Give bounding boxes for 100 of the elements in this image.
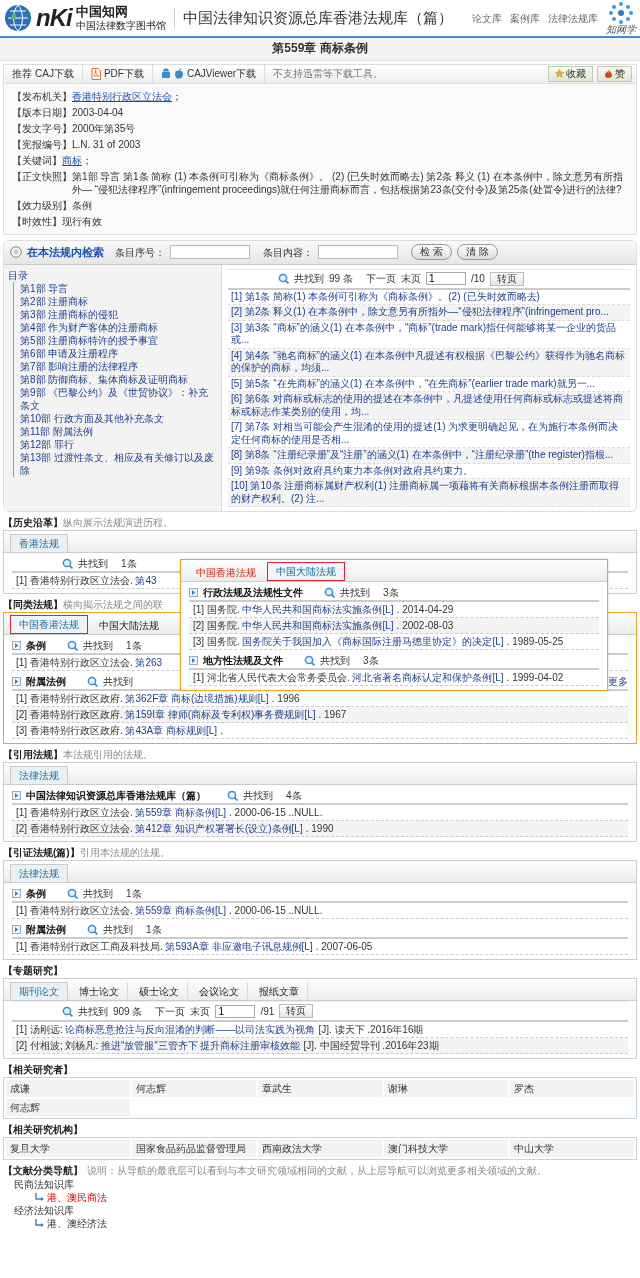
field-link[interactable]: 商标 (62, 153, 82, 167)
researcher-link[interactable]: 何志辉 (136, 1082, 166, 1096)
dotted-logo-icon (606, 1, 636, 25)
document-link[interactable]: 第263 (135, 656, 163, 670)
toc-item[interactable]: 第4部 作为财产客体的注册商标 (20, 320, 217, 334)
next-page-link[interactable]: 下一页 (155, 1004, 186, 1018)
tab[interactable]: 中国香港法规 (187, 563, 265, 582)
like-button[interactable]: 赞 (597, 65, 632, 82)
field-label: 条目序号： (115, 245, 165, 259)
tab[interactable]: 会议论文 (190, 982, 248, 1001)
category-link[interactable]: 港、澳民商法 (47, 1191, 107, 1205)
toc-item[interactable]: 第13部 过渡性条文、相应及有关修订以及废除 (20, 450, 217, 477)
source-text: [1] 国务院. (193, 604, 241, 616)
section-label: 【专题研究】 (3, 965, 63, 977)
document-link[interactable]: 论商标恶意抢注与反向混淆的判断——以司法实践为视角 (65, 1023, 316, 1037)
result-count: 1条 (126, 887, 142, 901)
document-link[interactable]: 中华人民共和国商标法实施条例[L] (242, 603, 394, 617)
search-field[interactable] (170, 245, 250, 260)
page-field[interactable]: 1 (215, 1004, 256, 1018)
tab[interactable]: 中国大陆法规 (90, 616, 168, 635)
section-label: 【相关研究者】 (3, 1064, 73, 1076)
document-link[interactable]: 第593A章 非应邀电子讯息规例[L] (165, 940, 313, 954)
result-link[interactable]: [8] 第8条 “注册纪录册”及“注册”的涵义(1) 在本条例中，“注册纪录册”(the register)指根... (228, 448, 630, 464)
toc-item[interactable]: 第1部 导言 (20, 281, 217, 295)
document-link[interactable]: 第362F章 商标(边境措施)规则[L] (125, 692, 269, 706)
tab[interactable]: 香港法规 (10, 534, 68, 553)
search-field[interactable] (318, 245, 398, 260)
category-text: 民商法知识库 (14, 1178, 75, 1192)
download-link[interactable]: PDF下载 (103, 67, 144, 81)
result-link[interactable]: [6] 第6条 对商标或标志的使用的提述在本条例中，凡提述使用任何商标或标志或提述将商标或标志作某类别的使用，均... (228, 392, 630, 421)
download-link[interactable]: CAJ下载 (35, 67, 74, 81)
document-link[interactable]: 河北省著名商标认定和保护条例[L] (352, 671, 504, 685)
toc-item[interactable]: 第9部 《巴黎公约》及《世贸协议》：补充条文 (20, 385, 217, 412)
tab[interactable]: 中国大陆法规 (267, 562, 345, 582)
document-link[interactable]: 推进“放管服”三管齐下 提升商标注册审核效能 (101, 1039, 301, 1053)
category-link[interactable]: 港、澳经济法 (47, 1217, 107, 1231)
download-link[interactable]: CAJViewer下载 (186, 67, 257, 81)
last-page-link[interactable]: 末页 (400, 272, 421, 286)
more-link[interactable]: 更多 (608, 675, 628, 689)
toc-item[interactable]: 第11部 附属法例 (20, 424, 217, 438)
source-text: [1] 河北省人民代表大会常务委员会. (193, 672, 351, 684)
document-link[interactable]: 第559章 商标条例[L] (135, 904, 227, 918)
result-link[interactable]: [10] 第10条 注册商标属财产权利(1) 注册商标属一项藉将有关商标根据本条例注册而取得的财产权利。(2) 注... (228, 479, 630, 508)
result-link[interactable]: [3] 第3条 “商标”的涵义(1) 在本条例中，“商标”(trade mark)指任何能够将某一企业的货品或... (228, 320, 630, 349)
search-button[interactable]: 检 索 (411, 244, 452, 261)
nav-link[interactable]: 案例库 (510, 11, 540, 25)
toc-item[interactable]: 第7部 影响注册的法律程序 (20, 359, 217, 373)
tab[interactable]: 中国香港法规 (10, 615, 88, 635)
found-label: 共找到 (320, 654, 350, 668)
researcher-link[interactable]: 成谦 (10, 1082, 30, 1096)
next-page-link[interactable]: 下一页 (365, 272, 396, 286)
document-link[interactable]: 第159I章 律师(商标及专利权)事务费规则[L] (125, 708, 316, 722)
page-field[interactable]: 1 (425, 272, 466, 286)
result-link[interactable]: [4] 第4条 “驰名商标”的涵义(1) 在本条例中凡提述有权根据《巴黎公约》获得作为驰名商标的保护的商标，均须... (228, 348, 630, 377)
field-label: 【时效性】 (12, 214, 62, 228)
toc-item[interactable]: 第3部 注册商标的侵犯 (20, 307, 217, 321)
toc-title[interactable]: 目录 (8, 268, 217, 282)
document-link[interactable]: 第412章 知识产权署署长(设立)条例[L] (135, 822, 303, 836)
go-button[interactable]: 转页 (489, 271, 524, 286)
toc-item[interactable]: 第8部 防御商标、集体商标及证明商标 (20, 372, 217, 386)
search-icon (62, 1005, 73, 1017)
field-link[interactable]: 香港特别行政区立法会 (72, 89, 172, 103)
researcher-link[interactable]: 罗杰 (514, 1082, 534, 1096)
nav-link[interactable]: 论文库 (472, 11, 502, 25)
document-link[interactable]: 中华人民共和国商标法实施条例[L] (242, 619, 394, 633)
researcher-link[interactable]: 何志辉 (10, 1101, 40, 1115)
toc-item[interactable]: 第12部 罪行 (20, 437, 217, 451)
tab[interactable]: 报纸文章 (250, 982, 308, 1001)
nav-link[interactable]: 法律法规库 (548, 11, 598, 25)
last-page-link[interactable]: 末页 (190, 1004, 211, 1018)
researcher-link[interactable]: 谢琳 (388, 1082, 408, 1096)
found-label: 共找到 (294, 272, 324, 286)
detail-text: . 1999-04-02 (506, 672, 564, 684)
toc-item[interactable]: 第5部 注册商标特许的授予事宜 (20, 333, 217, 347)
tab[interactable]: 法律法规 (10, 864, 68, 883)
tab[interactable]: 博士论文 (70, 982, 128, 1001)
detail-text: . 2002-08-03 (396, 620, 454, 632)
group-title: 条例 (26, 887, 46, 901)
tab[interactable]: 硕士论文 (130, 982, 188, 1001)
toc-item[interactable]: 第2部 注册商标 (20, 294, 217, 308)
toc-item[interactable]: 第6部 申请及注册程序 (20, 346, 217, 360)
source-text: [1] 香港特别行政区立法会. (16, 575, 134, 587)
field-label: 【效力级别】 (12, 198, 72, 212)
flame-icon (604, 69, 613, 79)
document-link[interactable]: 第43A章 商标规则[L] (125, 724, 218, 738)
found-label: 共找到 (78, 557, 108, 571)
tab[interactable]: 期刊论文 (10, 982, 68, 1001)
document-link[interactable]: 第559章 商标条例[L] (135, 806, 227, 820)
tab[interactable]: 法律法规 (10, 766, 68, 785)
result-link[interactable]: [2] 第2条 释义(1) 在本条例中，除文意另有所指外—“侵犯法律程序”(infringement pro... (228, 305, 630, 321)
field-label: 【关键词】 (12, 153, 62, 167)
section-description: 横向揭示法规之间的联 (63, 599, 163, 611)
document-link[interactable]: 第43 (135, 574, 157, 588)
go-button[interactable]: 转页 (279, 1004, 314, 1019)
search-icon (67, 888, 78, 900)
document-link[interactable]: 国务院关于我国加入《商标国际注册马德里协定》的决定[L] (242, 635, 504, 649)
favorite-button[interactable]: 收藏 (548, 65, 593, 82)
clear-button[interactable]: 清 除 (456, 244, 498, 261)
researcher-link[interactable]: 章武生 (262, 1082, 292, 1096)
toc-item[interactable]: 第10部 行政方面及其他补充条文 (20, 411, 217, 425)
